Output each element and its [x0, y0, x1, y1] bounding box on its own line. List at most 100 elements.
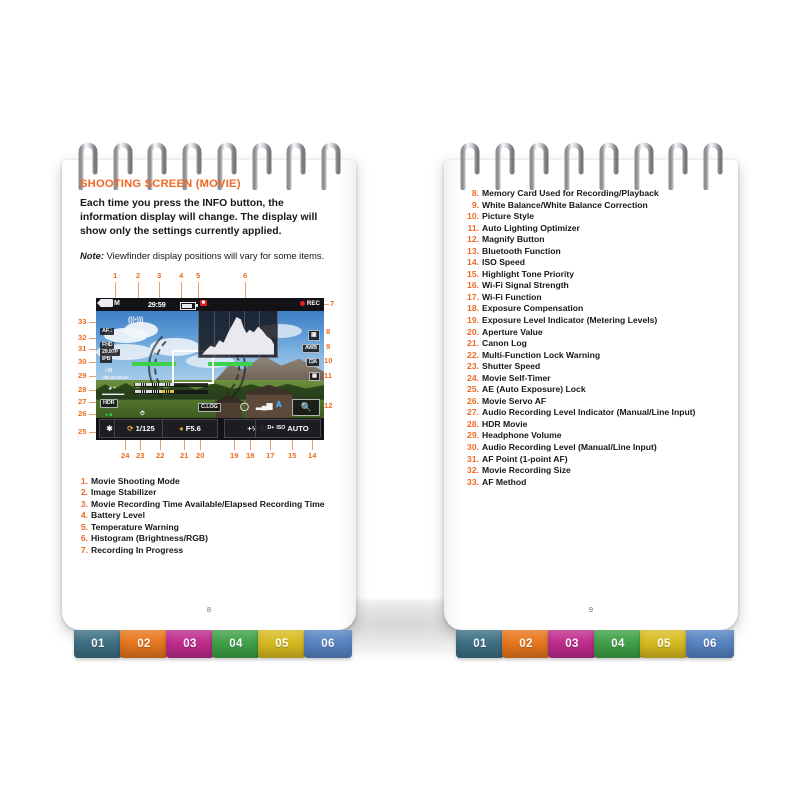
- audio-recording-level-indicator: ♫M: [104, 367, 112, 374]
- index-tab-02[interactable]: 02: [502, 630, 550, 658]
- item-label: Audio Recording Level (Manual/Line Input…: [482, 442, 657, 453]
- item-label: Canon Log: [482, 338, 527, 349]
- item-number: 31.: [467, 453, 479, 464]
- item-number: 16.: [467, 280, 479, 291]
- index-tab-01[interactable]: 01: [74, 630, 122, 658]
- callout-25: 25: [78, 426, 87, 436]
- audio-meter-left: [134, 382, 208, 387]
- callout-1: 1: [113, 270, 118, 280]
- list-item: 5. Temperature Warning: [80, 522, 340, 534]
- right-page-body: 8. Memory Card Used for Recording/Playbac…: [466, 188, 722, 592]
- leader-line: [181, 281, 182, 298]
- item-number: 18.: [467, 303, 479, 314]
- item-label: Movie Servo AF: [482, 395, 547, 406]
- item-label: Memory Card Used for Recording/Playback: [482, 188, 659, 198]
- callout-15: 15: [288, 450, 297, 460]
- auto-lighting-optimizer-icon: ▦: [308, 371, 320, 382]
- page-number-left: 8: [206, 605, 212, 614]
- aperture-indicator: ● F5.6: [162, 418, 218, 438]
- movie-camera-icon: [97, 299, 113, 308]
- item-number: 32.: [467, 465, 479, 476]
- list-item: 30. Audio Recording Level (Manual/Line In…: [466, 442, 722, 454]
- callout-31: 31: [78, 343, 87, 353]
- page-number-right: 9: [588, 605, 594, 614]
- list-item: 14. ISO Speed: [466, 257, 722, 269]
- movie-shooting-mode-indicator: M: [97, 299, 120, 308]
- iso-value: AUTO: [287, 423, 309, 433]
- right-page-item-list: 8. Memory Card Used for Recording/Playbac…: [466, 188, 722, 488]
- item-number: 13.: [467, 245, 479, 256]
- wifi-icon: ◯: [240, 401, 249, 411]
- movie-self-timer-icon: ⏱: [140, 410, 145, 417]
- item-label: Histogram (Brightness/RGB): [91, 533, 208, 544]
- aperture-dial-icon: ●: [179, 423, 184, 433]
- canon-log-indicator: C.LOG: [198, 402, 221, 413]
- index-tab-03[interactable]: 03: [548, 630, 596, 658]
- note-label: Note:: [80, 249, 104, 261]
- leader-line: [270, 439, 271, 450]
- callout-2: 2: [136, 270, 141, 280]
- list-item: 32. Movie Recording Size: [466, 465, 722, 477]
- headphone-volume-scale: ▬▬▬▬▬: [102, 390, 124, 396]
- item-label: Exposure Compensation: [482, 303, 584, 314]
- tab-label: 02: [137, 638, 151, 650]
- callout-17: 17: [266, 450, 275, 460]
- item-label: AE (Auto Exposure) Lock: [482, 384, 586, 395]
- mode-letter: M: [114, 299, 120, 307]
- index-tab-03[interactable]: 03: [166, 630, 214, 658]
- list-item: 1. Movie Shooting Mode: [80, 476, 340, 488]
- spiral-ring-icon: [597, 132, 620, 190]
- iso-badge: ISO: [276, 425, 286, 432]
- white-balance-indicator: AWB: [302, 343, 320, 354]
- index-tab-04[interactable]: 04: [212, 630, 260, 658]
- item-label: Movie Shooting Mode: [91, 475, 180, 486]
- list-item: 29. Headphone Volume: [466, 430, 722, 442]
- callout-21: 21: [180, 450, 189, 460]
- item-number: 15.: [467, 268, 479, 279]
- spiral-ring-icon: [458, 132, 481, 190]
- note-text: Viewfinder display positions will vary f…: [103, 249, 325, 261]
- item-label: Highlight Tone Priority: [482, 268, 574, 279]
- tab-label: 06: [703, 638, 717, 650]
- index-tab-04[interactable]: 04: [594, 630, 642, 658]
- item-label: AF Method: [482, 476, 527, 487]
- list-item: 19. Exposure Level Indicator (Metering Le…: [466, 315, 722, 327]
- leader-line: [115, 281, 116, 298]
- index-tab-01[interactable]: 01: [456, 630, 504, 658]
- leader-line: [198, 281, 199, 298]
- callout-8: 8: [326, 326, 331, 336]
- index-tab-06[interactable]: 06: [304, 630, 352, 658]
- callout-9: 9: [326, 341, 331, 351]
- iso-indicator: D+ ISO AUTO: [255, 418, 321, 438]
- focus-guide-bar-right: [208, 361, 252, 366]
- list-item: 10. Picture Style: [466, 211, 722, 223]
- aperture-value: F5.6: [185, 423, 201, 433]
- leader-line: [159, 281, 160, 298]
- item-number: 30.: [467, 442, 479, 453]
- audio-meter-right: [134, 389, 208, 394]
- note-paragraph: Note: Viewfinder display positions will …: [80, 249, 340, 262]
- item-number: 4.: [80, 510, 88, 521]
- index-tab-05[interactable]: 05: [258, 630, 306, 658]
- leader-line: [200, 439, 201, 450]
- item-label: AF Point (1-point AF): [482, 453, 568, 464]
- callout-29: 29: [78, 370, 87, 380]
- list-item: 24. Movie Self-Timer: [466, 373, 722, 385]
- left-page-body: SHOOTING SCREEN (MOVIE) Each time you pr…: [78, 178, 340, 592]
- shutter-dial-icon: ⟳: [127, 423, 134, 433]
- index-tab-05[interactable]: 05: [640, 630, 688, 658]
- callout-28: 28: [78, 384, 87, 394]
- callout-7: 7: [330, 298, 335, 308]
- index-tab-02[interactable]: 02: [120, 630, 168, 658]
- item-label: Battery Level: [91, 510, 145, 521]
- item-number: 19.: [467, 315, 479, 326]
- callout-32: 32: [78, 332, 87, 342]
- item-number: 17.: [467, 291, 479, 302]
- item-label: Aperture Value: [482, 326, 543, 337]
- index-tab-06[interactable]: 06: [686, 630, 734, 658]
- list-item: 4. Battery Level: [80, 510, 340, 522]
- index-tabs-left: 01 02 03 04 05 06: [74, 630, 352, 660]
- tab-label: 01: [91, 638, 105, 650]
- item-number: 21.: [467, 338, 479, 349]
- list-item: 16. Wi-Fi Signal Strength: [466, 280, 722, 292]
